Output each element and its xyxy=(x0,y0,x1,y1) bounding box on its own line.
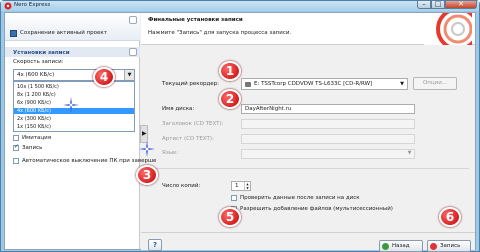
step-title: Финальные установки записи xyxy=(148,17,243,23)
collapse-top-button[interactable] xyxy=(129,16,137,24)
nero-logo-icon xyxy=(4,2,12,10)
app-window: Nero Express – □ ✕ Сохранение активный п… xyxy=(0,0,480,252)
spin-arrows-icon[interactable]: ▲ ▼ xyxy=(244,182,250,190)
chevron-down-icon[interactable]: ▼ xyxy=(397,79,407,89)
speed-option[interactable]: 1x (150 KБ/с) xyxy=(14,124,134,130)
recorder-label: Текущий рекордер: xyxy=(162,81,219,87)
recorder-value: E: TSSTcorp CDDVDW TS-L633C [CD-R/RW] xyxy=(254,81,373,87)
auto-shutdown-checkbox[interactable] xyxy=(13,158,19,164)
section-title: Установки записи xyxy=(13,50,70,56)
recorder-dropdown[interactable]: E: TSSTcorp CDDVDW TS-L633C [CD-R/RW] ▼ xyxy=(241,78,408,90)
cd-text-title-label: Заголовок (CD TEXT): xyxy=(162,121,224,127)
title-bar[interactable]: Nero Express – □ ✕ xyxy=(1,0,479,11)
step-header: Финальные установки записи Нажмите "Запи… xyxy=(141,13,475,45)
language-dropdown[interactable]: ▼ xyxy=(241,149,415,159)
copies-label: Число копий: xyxy=(162,183,201,189)
cd-text-artist-label: Артист (CD TEXT): xyxy=(162,136,214,142)
step-marker-3: 3 xyxy=(136,165,158,185)
minimize-icon: – xyxy=(422,0,426,8)
step-marker-5: 5 xyxy=(219,207,241,227)
drive-icon xyxy=(245,82,251,87)
copies-value: 1 xyxy=(235,183,239,189)
sparkle-icon xyxy=(63,97,79,113)
language-label: Язык: xyxy=(162,150,179,156)
floppy-disk-icon xyxy=(10,30,17,37)
left-panel: Сохранение активный проект Установки зап… xyxy=(5,13,156,249)
help-button[interactable]: ? xyxy=(148,239,162,251)
multisession-label: Разрешить добавление файлов (мультисесси… xyxy=(240,206,393,212)
burn-settings-form: Текущий рекордер: E: TSSTcorp CDDVDW TS-… xyxy=(141,46,475,251)
disc-name-value: DayAfterNight.ru xyxy=(245,106,292,112)
burn-button-label: Запись xyxy=(440,243,461,249)
maximize-icon: □ xyxy=(434,0,442,8)
step-marker-4: 4 xyxy=(93,67,115,87)
section-collapse-button[interactable] xyxy=(129,48,137,56)
cd-text-artist-input[interactable] xyxy=(241,134,415,144)
sparkle-icon xyxy=(139,141,155,157)
step-marker-2: 2 xyxy=(219,89,241,109)
help-icon: ? xyxy=(152,241,158,249)
save-project-link[interactable]: Сохранение активный проект xyxy=(20,30,107,36)
minimize-button[interactable]: – xyxy=(417,0,431,9)
imitation-checkbox[interactable] xyxy=(13,135,19,141)
close-button[interactable]: ✕ xyxy=(445,0,477,9)
cd-text-title-input[interactable] xyxy=(241,119,415,129)
back-button-label: Назад xyxy=(392,243,410,249)
speed-selected-value: 4x (600 KБ/с) xyxy=(17,72,55,78)
record-checkbox[interactable] xyxy=(13,143,19,151)
speed-dropdown[interactable]: 4x (600 KБ/с) ▼ xyxy=(13,69,135,81)
disc-name-label: Имя диска: xyxy=(162,106,195,112)
verify-checkbox[interactable] xyxy=(231,195,237,201)
options-button[interactable]: Опции... xyxy=(413,77,457,90)
bottom-button-bar: ? Назад Запись xyxy=(141,232,475,252)
left-panel-header: Сохранение активный проект xyxy=(5,13,140,41)
imitation-label: Имитация xyxy=(22,135,52,141)
step-marker-6: 6 xyxy=(439,207,461,227)
verify-label: Проверить данные после записи на диск xyxy=(240,195,360,201)
back-arrow-icon xyxy=(382,243,389,250)
close-icon: ✕ xyxy=(458,0,464,8)
step-subtitle: Нажмите "Запись" для запуска процесса за… xyxy=(148,30,292,36)
disc-name-input[interactable]: DayAfterNight.ru xyxy=(241,104,415,114)
burn-button[interactable]: Запись xyxy=(427,240,471,252)
maximize-button[interactable]: □ xyxy=(431,0,445,9)
speed-option[interactable]: 10x (1 500 KБ/с) xyxy=(14,84,134,90)
speed-label: Скорость записи: xyxy=(13,59,64,65)
speed-option[interactable]: 2x (300 KБ/с) xyxy=(14,116,134,122)
window-title: Nero Express xyxy=(14,2,51,8)
record-label: Запись xyxy=(22,145,43,151)
chevron-down-icon[interactable]: ▼ xyxy=(124,70,134,80)
back-button[interactable]: Назад xyxy=(379,240,423,252)
auto-shutdown-label: Автоматическое выключение ПК при заверше xyxy=(22,158,157,164)
chevron-down-icon[interactable]: ▼ xyxy=(405,150,414,158)
burn-disc-icon xyxy=(430,243,437,250)
copies-stepper[interactable]: 1 ▲ ▼ xyxy=(231,181,251,191)
step-marker-1: 1 xyxy=(219,61,241,81)
divider xyxy=(144,168,469,169)
disc-graphic-icon xyxy=(424,13,472,45)
